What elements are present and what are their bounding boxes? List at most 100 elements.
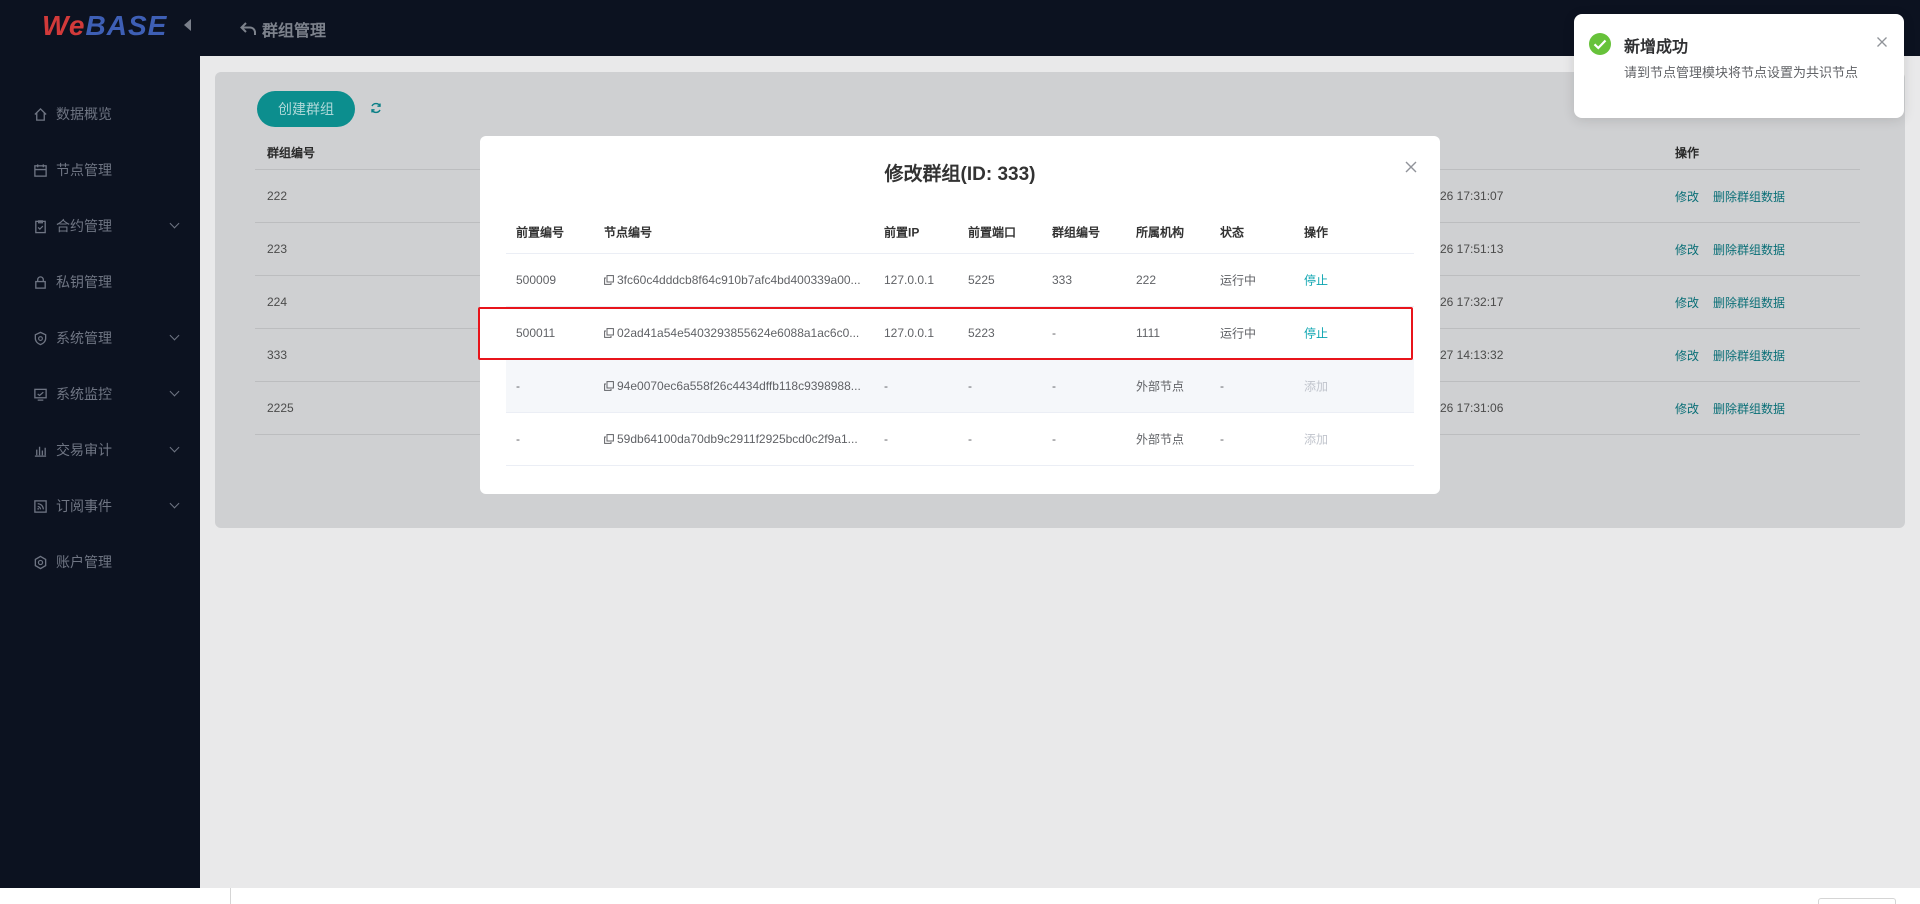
copy-icon[interactable] xyxy=(604,434,614,444)
group-id-cell: 2225 xyxy=(267,401,294,415)
group-id-cell: 224 xyxy=(267,295,288,309)
edit-link[interactable]: 修改 xyxy=(1675,402,1699,416)
chevron-down-icon xyxy=(169,218,180,229)
sidebar-item-label: 订阅事件 xyxy=(56,498,112,514)
org-cell: 外部节点 xyxy=(1136,432,1185,447)
group-id-cell: 333 xyxy=(267,348,288,362)
ip-cell: - xyxy=(884,379,888,393)
delete-group-data-link[interactable]: 删除群组数据 xyxy=(1713,190,1785,204)
edit-link[interactable]: 修改 xyxy=(1675,349,1699,363)
sidebar-item-label: 私钥管理 xyxy=(56,274,112,290)
org-cell: 222 xyxy=(1136,273,1157,287)
group-id-cell: 222 xyxy=(267,189,288,203)
sidebar-item-events[interactable]: 订阅事件 xyxy=(0,478,200,534)
monitor-icon xyxy=(32,386,48,402)
gear-icon xyxy=(32,554,48,570)
status-cell: 运行中 xyxy=(1220,273,1257,288)
footer-control[interactable] xyxy=(1818,898,1896,904)
ip-cell: - xyxy=(884,432,888,446)
sidebar-nav: 数据概览 节点管理 合约管理 私钥管理 系统管理 系统监控 交易审计 订阅事件 … xyxy=(0,86,200,590)
sidebar-item-label: 账户管理 xyxy=(56,554,112,570)
time-cell: 26 17:51:13 xyxy=(1440,242,1504,256)
home-icon xyxy=(32,106,48,122)
chevron-down-icon xyxy=(169,330,180,341)
back-arrow-icon xyxy=(240,22,256,35)
col-action: 操作 xyxy=(1304,225,1329,239)
shield-icon xyxy=(32,330,48,346)
table-header: 前置编号 节点编号 前置IP 前置端口 群组编号 所属机构 状态 操作 xyxy=(506,210,1414,254)
bar-chart-icon xyxy=(32,442,48,458)
sidebar-item-label: 系统管理 xyxy=(56,330,112,346)
chevron-down-icon xyxy=(169,442,180,453)
sidebar-item-label: 系统监控 xyxy=(56,386,112,402)
close-icon[interactable] xyxy=(1404,160,1418,174)
col-group-id: 群组编号 xyxy=(267,146,316,160)
highlight-box xyxy=(478,307,1413,360)
col-node-id: 节点编号 xyxy=(604,225,653,239)
stop-link[interactable]: 停止 xyxy=(1304,272,1328,289)
col-ops: 操作 xyxy=(1675,146,1700,160)
col-front-port: 前置端口 xyxy=(968,225,1017,239)
notification-message: 请到节点管理模块将节点设置为共识节点 xyxy=(1624,65,1859,80)
port-cell: 5225 xyxy=(968,273,995,287)
close-icon[interactable] xyxy=(1876,36,1888,48)
sidebar-item-contracts[interactable]: 合约管理 xyxy=(0,198,200,254)
lock-icon xyxy=(32,274,48,290)
dialog-title: 修改群组(ID: 333) xyxy=(884,164,1036,185)
front-id-cell: - xyxy=(516,379,520,393)
sidebar-item-keys[interactable]: 私钥管理 xyxy=(0,254,200,310)
chevron-down-icon xyxy=(169,498,180,509)
time-cell: 26 17:31:06 xyxy=(1440,401,1504,415)
add-link[interactable]: 添加 xyxy=(1304,431,1328,448)
edit-link[interactable]: 修改 xyxy=(1675,296,1699,310)
delete-group-data-link[interactable]: 删除群组数据 xyxy=(1713,349,1785,363)
time-cell: 27 14:13:32 xyxy=(1440,348,1504,362)
table-row: 500009 3fc60c4dddcb8f64c910b7afc4bd40033… xyxy=(506,254,1414,307)
edit-link[interactable]: 修改 xyxy=(1675,190,1699,204)
sidebar-item-system[interactable]: 系统管理 xyxy=(0,310,200,366)
org-cell: 外部节点 xyxy=(1136,379,1185,394)
page-title: 群组管理 xyxy=(262,23,327,40)
create-group-button[interactable]: 创建群组 xyxy=(257,91,355,127)
sidebar-item-overview[interactable]: 数据概览 xyxy=(0,86,200,142)
group-cell: 333 xyxy=(1052,273,1073,287)
sidebar-item-accounts[interactable]: 账户管理 xyxy=(0,534,200,590)
time-cell: 26 17:31:07 xyxy=(1440,189,1504,203)
sidebar-item-nodes[interactable]: 节点管理 xyxy=(0,142,200,198)
edit-link[interactable]: 修改 xyxy=(1675,243,1699,257)
delete-group-data-link[interactable]: 删除群组数据 xyxy=(1713,296,1785,310)
col-front-ip: 前置IP xyxy=(884,225,920,239)
sidebar-item-monitor[interactable]: 系统监控 xyxy=(0,366,200,422)
time-cell: 26 17:32:17 xyxy=(1440,295,1504,309)
add-link[interactable]: 添加 xyxy=(1304,378,1328,395)
notification-title: 新增成功 xyxy=(1624,39,1689,56)
delete-group-data-link[interactable]: 删除群组数据 xyxy=(1713,402,1785,416)
col-status: 状态 xyxy=(1220,225,1245,239)
node-id-cell: 94e0070ec6a558f26c4434dffb118c9398988... xyxy=(604,379,861,393)
calendar-icon xyxy=(32,162,48,178)
table-row: - 59db64100da70db9c2911f2925bcd0c2f9a1..… xyxy=(506,413,1414,466)
group-cell: - xyxy=(1052,379,1056,393)
group-cell: - xyxy=(1052,432,1056,446)
sidebar-item-label: 交易审计 xyxy=(56,442,112,458)
sidebar-item-label: 数据概览 xyxy=(56,106,112,122)
sidebar: WeBASE 数据概览 节点管理 合约管理 私钥管理 系统管理 系统监控 交易审… xyxy=(0,0,200,888)
ip-cell: 127.0.0.1 xyxy=(884,273,935,287)
port-cell: - xyxy=(968,432,972,446)
col-org: 所属机构 xyxy=(1136,225,1185,239)
rss-icon xyxy=(32,498,48,514)
delete-group-data-link[interactable]: 删除群组数据 xyxy=(1713,243,1785,257)
front-id-cell: - xyxy=(516,432,520,446)
webase-logo: WeBASE xyxy=(42,10,168,41)
copy-icon[interactable] xyxy=(604,275,614,285)
table-row: - 94e0070ec6a558f26c4434dffb118c9398988.… xyxy=(506,360,1414,413)
status-cell: - xyxy=(1220,432,1224,446)
back-link[interactable]: 群组管理 xyxy=(240,17,326,41)
refresh-icon[interactable] xyxy=(370,102,382,114)
collapse-sidebar-icon[interactable] xyxy=(184,19,191,31)
port-cell: - xyxy=(968,379,972,393)
success-notification: 新增成功 请到节点管理模块将节点设置为共识节点 xyxy=(1574,14,1904,118)
sidebar-item-audit[interactable]: 交易审计 xyxy=(0,422,200,478)
group-id-cell: 223 xyxy=(267,242,288,256)
copy-icon[interactable] xyxy=(604,381,614,391)
